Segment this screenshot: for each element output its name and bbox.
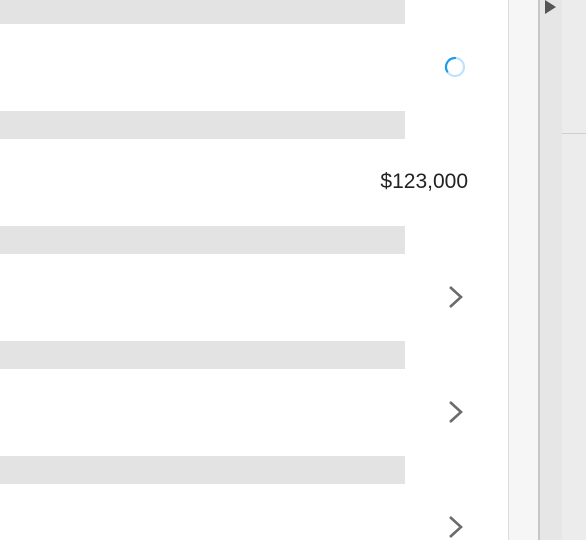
loading-spinner-icon: [444, 56, 466, 78]
side-panel: [540, 0, 586, 540]
list-item-link[interactable]: [0, 497, 508, 540]
list-item-loading: [0, 37, 508, 97]
item-list: $123,000: [0, 0, 508, 540]
side-panel-divider: [562, 133, 586, 134]
list-item-link[interactable]: [0, 382, 508, 442]
skeleton-placeholder-bar: [0, 0, 405, 24]
scrollbar-track[interactable]: [509, 0, 538, 540]
chevron-right-icon[interactable]: [446, 398, 466, 426]
chevron-right-icon[interactable]: [446, 283, 466, 311]
amount-value: $123,000: [380, 170, 468, 193]
app-viewport: $123,000: [0, 0, 586, 540]
list-item-link[interactable]: [0, 267, 508, 327]
list-item-value: $123,000: [0, 152, 508, 212]
skeleton-placeholder-bar: [0, 341, 405, 369]
chevron-right-icon[interactable]: [446, 513, 466, 540]
skeleton-placeholder-bar: [0, 111, 405, 139]
skeleton-placeholder-bar: [0, 226, 405, 254]
side-panel-rail: [540, 0, 562, 540]
skeleton-placeholder-bar: [0, 456, 405, 484]
triangle-right-icon[interactable]: [543, 0, 557, 14]
